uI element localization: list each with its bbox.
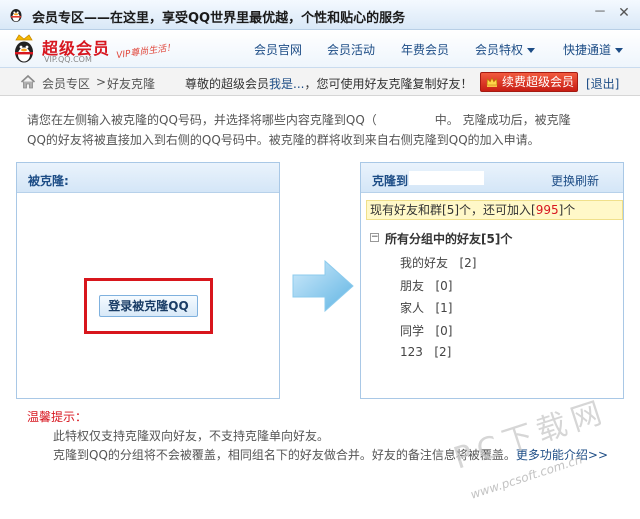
close-button[interactable]: ✕ [614, 4, 634, 22]
watermark-text: PC下载网 [449, 394, 612, 477]
redacted-qq-number [376, 114, 435, 127]
qq-vip-logo-icon[interactable] [10, 34, 38, 64]
renew-vip-button[interactable]: 续费超级会员 [480, 72, 578, 92]
nav-link-shortcuts[interactable]: 快捷通道 [563, 41, 624, 58]
breadcrumb: 会员专区 > 好友克隆 尊敬的超级会员我是...，您可使用好友克隆复制好友！ 续… [0, 68, 640, 96]
target-panel-header: 克隆到 更换刷新 [361, 163, 623, 193]
arrow-right-icon [292, 259, 354, 313]
friend-group-item: 我的好友 [2] [400, 256, 477, 270]
source-qq-panel: 被克隆: 登录被克隆QQ [16, 162, 280, 399]
logo-url: VIP.QQ.COM [44, 55, 92, 64]
friend-group-item: 同学 [0] [400, 324, 453, 338]
breadcrumb-current: 好友克隆 [107, 77, 156, 91]
friend-group-item: 家人 [1] [400, 301, 453, 315]
logo-slogan: VIP尊尚生活！ [115, 42, 176, 62]
breadcrumb-separator: > [96, 75, 107, 89]
login-source-qq-button[interactable]: 登录被克隆QQ [99, 295, 198, 317]
tips-title: 温馨提示： [27, 410, 88, 424]
description-line-1: 请您在左侧输入被克隆的QQ号码，并选择将哪些内容克隆到QQ（ 中。 克隆成功后，被… [27, 113, 571, 127]
crown-icon [486, 77, 498, 87]
logout-link[interactable]: [退出] [586, 75, 619, 92]
qq-penguin-icon [10, 9, 22, 22]
nav-link-vip-site[interactable]: 会员官网 [254, 41, 302, 58]
nav-link-annual-vip[interactable]: 年费会员 [401, 41, 449, 58]
friend-group-item: 123 [2] [400, 345, 452, 359]
refresh-link[interactable]: 更换刷新 [551, 172, 599, 189]
window-titlebar: 会员专区——在这里，享受QQ世界里最优越，个性和贴心的服务 － ✕ [0, 0, 640, 30]
redacted-target-qq [409, 171, 484, 185]
capacity-info-bar: 现有好友和群[5]个，还可加入[995]个 [366, 200, 623, 220]
login-highlight-frame: 登录被克隆QQ [84, 278, 213, 334]
greeting-text: 尊敬的超级会员我是...，您可使用好友克隆复制好友！ [185, 77, 473, 91]
description-line-2: QQ的好友将被直接加入到右侧的QQ号码中。被克隆的群将收到来自右侧克隆到QQ的加… [27, 133, 540, 147]
chevron-down-icon [527, 48, 536, 53]
source-panel-header: 被克隆: [17, 163, 279, 193]
minimize-button[interactable]: － [590, 4, 610, 22]
friend-group-item: 朋友 [0] [400, 279, 453, 293]
chevron-down-icon [615, 48, 624, 53]
nav-link-activities[interactable]: 会员活动 [327, 41, 375, 58]
window-title: 会员专区——在这里，享受QQ世界里最优越，个性和贴心的服务 [32, 11, 406, 26]
nav-link-privileges[interactable]: 会员特权 [475, 41, 536, 58]
remaining-count: 995 [535, 203, 559, 217]
tip-line-1: 此特权仅支持克隆双向好友，不支持克隆单向好友。 [53, 429, 330, 443]
target-panel-title: 克隆到 [372, 174, 409, 188]
top-navigation: 超级会员 VIP.QQ.COM VIP尊尚生活！ 会员官网 会员活动 年费会员 … [0, 30, 640, 68]
collapse-toggle-icon[interactable]: − [370, 233, 379, 242]
breadcrumb-home[interactable]: 会员专区 [42, 75, 90, 92]
greeting-username: 我是... [269, 77, 305, 91]
all-groups-title: 所有分组中的好友[5]个 [385, 232, 513, 246]
target-qq-panel: 克隆到 更换刷新 现有好友和群[5]个，还可加入[995]个 − 所有分组中的好… [360, 162, 624, 399]
home-icon[interactable] [20, 74, 36, 90]
source-panel-title: 被克隆: [28, 174, 69, 188]
